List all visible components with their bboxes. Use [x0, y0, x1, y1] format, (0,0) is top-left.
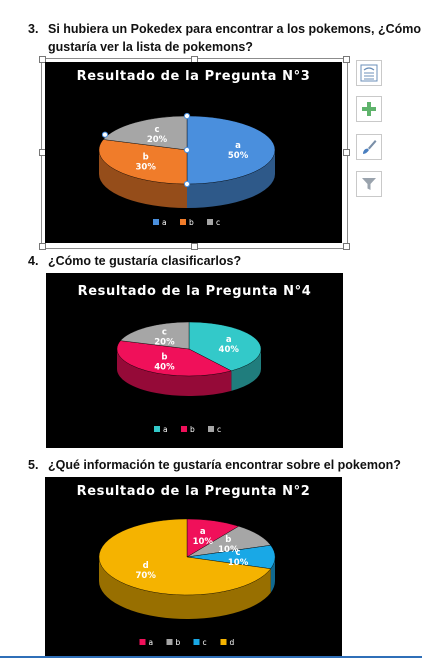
question-text-line2: gustaría ver la lista de pokemons?	[48, 40, 253, 54]
chart-styles-button[interactable]	[356, 134, 382, 160]
resize-handle[interactable]	[191, 243, 198, 250]
resize-handle[interactable]	[343, 149, 350, 156]
layout-options-icon	[360, 64, 378, 82]
chart-svg: Resultado de la Pregunta N°3a 50%b 30%c 20%…	[77, 69, 311, 227]
legend-label: c	[203, 638, 207, 647]
question-number: 3.	[28, 22, 39, 36]
chart-filters-button[interactable]	[356, 171, 382, 197]
legend-swatch	[166, 639, 173, 645]
chart-elements-button[interactable]	[356, 96, 382, 122]
legend-swatch	[208, 426, 214, 432]
legend-label: a	[162, 218, 167, 227]
slice-selection-handle[interactable]	[183, 146, 191, 154]
chart-title: Resultado de la Pregunta N°2	[77, 484, 311, 499]
legend-label: b	[190, 425, 195, 434]
legend-swatch	[207, 219, 213, 225]
pie-chart-pregunta-2[interactable]: Resultado de la Pregunta N°2 a 10% b 10% c 10%…	[45, 477, 342, 657]
legend-label: a	[149, 638, 154, 647]
resize-handle[interactable]	[343, 243, 350, 250]
resize-handle[interactable]	[343, 56, 350, 63]
legend-label: b	[189, 218, 194, 227]
chart-title: Resultado de la Pregunta N°3	[77, 69, 311, 84]
slice-selection-handle[interactable]	[183, 112, 191, 120]
layout-options-button[interactable]	[356, 60, 382, 86]
slice-selection-handle[interactable]	[183, 180, 191, 188]
legend-swatch	[220, 639, 227, 645]
plus-icon	[362, 102, 376, 116]
legend-label: c	[217, 425, 221, 434]
filter-icon	[362, 178, 376, 190]
slice-selection-handle[interactable]	[101, 131, 109, 138]
question-number: 4.	[28, 254, 39, 268]
legend-swatch	[181, 426, 187, 432]
question-text: ¿Qué información te gustaría encontrar s…	[48, 458, 401, 472]
question-number: 5.	[28, 458, 39, 472]
pie-chart-pregunta-3[interactable]: Resultado de la Pregunta N°3 a 50% b 30% c 20%…	[45, 62, 342, 243]
chart-svg: Resultado de la Pregunta N°2a 10% b 10%c 10%…	[77, 484, 311, 647]
page-bottom-rule	[0, 656, 422, 658]
resize-handle[interactable]	[39, 243, 46, 250]
legend-swatch	[153, 219, 159, 225]
legend-swatch	[139, 639, 146, 645]
legend-label: d	[230, 638, 235, 647]
legend-swatch	[180, 219, 186, 225]
legend-label: c	[216, 218, 220, 227]
legend-swatch	[154, 426, 160, 432]
legend-label: b	[176, 638, 181, 647]
pie-chart-pregunta-4[interactable]: Resultado de la Pregunta N°4 a 40% b 40% c 20%…	[46, 273, 343, 448]
question-text-line1: Si hubiera un Pokedex para encontrar a l…	[48, 22, 422, 36]
chart-title: Resultado de la Pregunta N°4	[78, 284, 312, 299]
legend-label: a	[163, 425, 168, 434]
legend-swatch	[193, 639, 200, 645]
chart-svg: Resultado de la Pregunta N°4a 40%b 40%c 20%…	[78, 284, 312, 434]
brush-icon	[363, 140, 377, 154]
question-text: ¿Cómo te gustaría clasificarlos?	[48, 254, 242, 268]
